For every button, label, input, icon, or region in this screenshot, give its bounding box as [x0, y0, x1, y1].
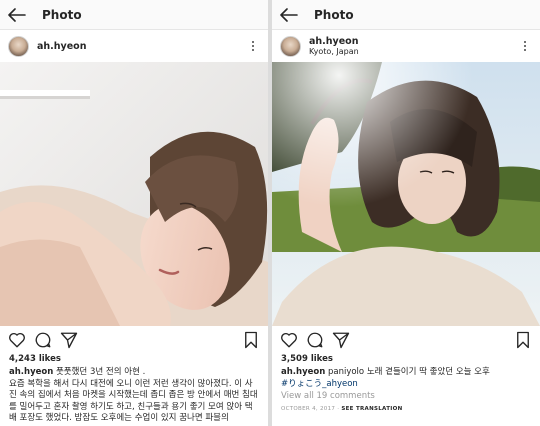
avatar[interactable] [8, 35, 29, 57]
caption-username[interactable]: ah.hyeon [281, 367, 325, 377]
more-options-icon[interactable] [520, 39, 530, 53]
comment-icon[interactable] [34, 331, 52, 349]
caption-body: 요즘 복학을 해서 다시 대전에 오니 이런 저런 생각이 많아졌다. 이 사진… [9, 378, 258, 424]
back-arrow-icon[interactable] [8, 7, 30, 23]
page-title: Photo [42, 7, 82, 22]
post-panel-left: Photo ah.hyeon 4,243 likes ah.hyeon 풋풋했던… [0, 0, 268, 426]
see-translation-link[interactable]: SEE TRANSLATION [341, 406, 402, 412]
post-panel-right: Photo ah.hyeon Kyoto, Japan 3,509 likes … [272, 0, 540, 426]
heart-icon[interactable] [280, 331, 298, 349]
post-header: ah.hyeon Kyoto, Japan [272, 30, 540, 62]
comment-icon[interactable] [306, 331, 324, 349]
avatar[interactable] [280, 35, 301, 57]
bookmark-icon[interactable] [514, 331, 532, 349]
bookmark-icon[interactable] [242, 331, 260, 349]
caption-text: 풋풋했던 3년 전의 아현 . [55, 367, 146, 377]
share-icon[interactable] [332, 331, 350, 349]
hashtag-link[interactable]: #りょこう_ahyeon [272, 379, 540, 391]
page-title: Photo [314, 7, 354, 22]
action-bar [272, 326, 540, 354]
more-options-icon[interactable] [248, 39, 258, 53]
share-icon[interactable] [60, 331, 78, 349]
username-link[interactable]: ah.hyeon [37, 41, 248, 52]
location-link[interactable]: Kyoto, Japan [309, 47, 520, 57]
meta-separator: · [337, 406, 340, 412]
post-caption: ah.hyeon 풋풋했던 3년 전의 아현 . 요즘 복학을 해서 다시 대전… [0, 365, 268, 425]
caption-text: paniyolo 노래 곁들이기 딱 좋았던 오늘 오후 [327, 367, 490, 377]
post-meta: OCTOBER 4, 2017 · SEE TRANSLATION [272, 403, 540, 415]
view-all-comments-link[interactable]: View all 19 comments [272, 390, 540, 403]
top-bar: Photo [272, 0, 540, 30]
post-header: ah.hyeon [0, 30, 268, 62]
post-date: OCTOBER 4, 2017 [281, 406, 336, 412]
top-bar: Photo [0, 0, 268, 30]
post-photo[interactable] [272, 62, 540, 326]
back-arrow-icon[interactable] [280, 7, 302, 23]
like-count[interactable]: 4,243 likes [0, 354, 268, 365]
heart-icon[interactable] [8, 331, 26, 349]
post-photo[interactable] [0, 62, 268, 326]
like-count[interactable]: 3,509 likes [272, 354, 540, 365]
action-bar [0, 326, 268, 354]
caption-username[interactable]: ah.hyeon [9, 367, 53, 377]
post-caption: ah.hyeon paniyolo 노래 곁들이기 딱 좋았던 오늘 오후 [272, 365, 540, 379]
username-link[interactable]: ah.hyeon [309, 36, 520, 47]
